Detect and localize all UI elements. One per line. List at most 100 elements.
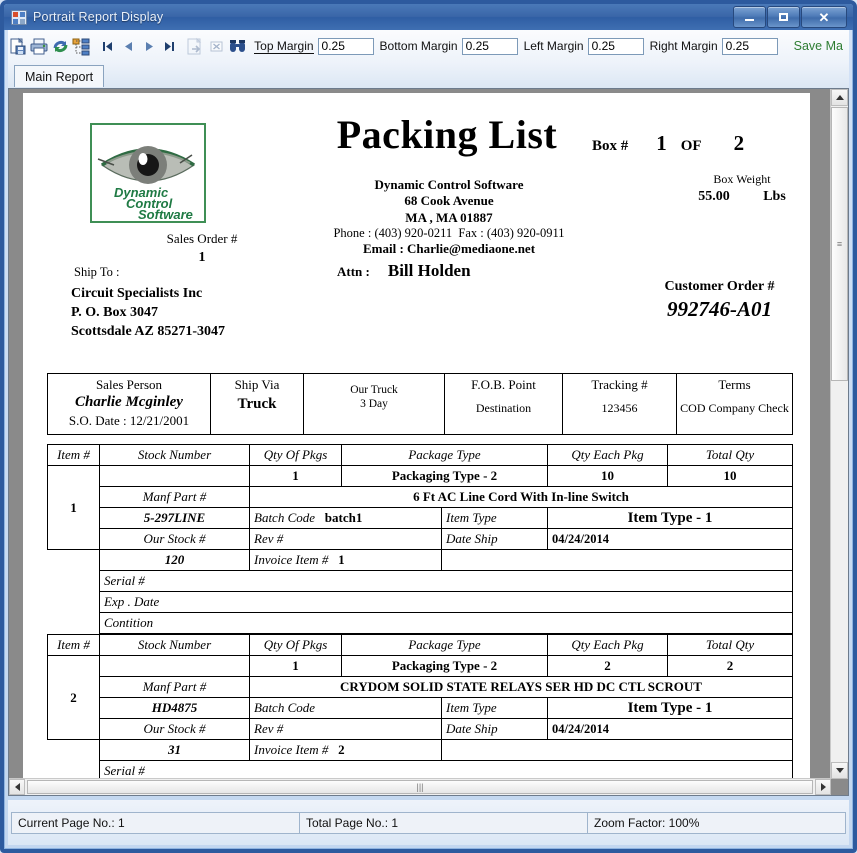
- box-weight-row: 55.00 Lbs: [662, 189, 822, 205]
- report-toolbar: Top Margin Bottom Margin Left Margin Rig…: [8, 30, 849, 63]
- horizontal-scroll-thumb[interactable]: |||: [27, 780, 813, 794]
- save-margins-button[interactable]: Save Ma: [788, 38, 849, 54]
- report-header: Dynamic Control Software Packing List Dy…: [47, 115, 786, 265]
- package-type-value: Packaging Type - 2: [341, 465, 548, 487]
- scroll-left-button[interactable]: [9, 779, 25, 795]
- minimize-button[interactable]: [733, 6, 766, 28]
- table-row: Serial #: [48, 570, 793, 592]
- rev-label: Rev #: [254, 531, 284, 546]
- sales-order-block: Sales Order # 1: [127, 231, 277, 266]
- right-margin-input[interactable]: [721, 37, 778, 55]
- our-stock-label: Our Stock #: [99, 718, 250, 740]
- date-ship-value: 04/24/2014: [547, 528, 793, 550]
- sales-person-label: Sales Person: [95, 377, 163, 392]
- tracking-cell: Tracking # 123456: [562, 373, 677, 435]
- company-email-line: Email : Charlie@mediaone.net: [269, 241, 629, 257]
- horizontal-scrollbar[interactable]: |||: [9, 778, 831, 795]
- refresh-icon[interactable]: [50, 34, 71, 59]
- serial-cell: Serial #: [99, 570, 793, 592]
- maximize-button[interactable]: [767, 6, 800, 28]
- left-margin-label: Left Margin: [523, 39, 584, 53]
- grip-icon: ≡: [836, 238, 843, 249]
- batch-code-cell: Batch Code: [249, 697, 442, 719]
- rev-cell: Rev #: [249, 718, 442, 740]
- box-weight-value: 55.00: [698, 189, 730, 204]
- package-type-value: Packaging Type - 2: [341, 655, 548, 677]
- item-table-2: Item # Stock Number Qty Of Pkgs Package …: [47, 634, 793, 795]
- table-row: Exp . Date: [48, 591, 793, 613]
- qty-each-pkg-value: 10: [547, 465, 668, 487]
- ship-to-line3: Scottsdale AZ 85271-3047: [71, 323, 225, 339]
- service-value: 3 Day: [360, 398, 388, 410]
- table-row: 31 Invoice Item # 2: [48, 739, 793, 761]
- table-row: Our Stock # Rev # Date Ship 04/24/2014: [48, 528, 793, 550]
- go-to-first-page-icon[interactable]: [97, 34, 118, 59]
- sales-person-value: Charlie Mcginley: [75, 394, 183, 410]
- spacer-cell: [48, 592, 100, 613]
- left-margin-input[interactable]: [587, 37, 644, 55]
- fob-label: F.O.B. Point: [471, 377, 536, 392]
- box-of-label: OF: [680, 138, 702, 154]
- tab-main-report[interactable]: Main Report: [14, 65, 105, 87]
- print-report-icon[interactable]: [29, 34, 50, 59]
- serial-label: Serial #: [104, 763, 145, 778]
- sales-person-cell: Sales Person Charlie Mcginley S.O. Date …: [47, 373, 211, 435]
- tracking-label: Tracking #: [591, 377, 648, 392]
- customer-order-label: Customer Order #: [664, 279, 775, 294]
- go-to-next-page-icon[interactable]: [139, 34, 160, 59]
- total-page-status: Total Page No.: 1: [300, 813, 588, 833]
- header-stock-number: Stock Number: [99, 444, 250, 466]
- header-qty-of-pkgs: Qty Of Pkgs: [249, 634, 342, 656]
- ship-to-line2: P. O. Box 3047: [71, 304, 158, 320]
- header-qty-of-pkgs: Qty Of Pkgs: [249, 444, 342, 466]
- batch-code-value: batch1: [324, 510, 363, 525]
- company-citystate: MA , MA 01887: [405, 209, 493, 225]
- table-row: Manf Part # 6 Ft AC Line Cord With In-li…: [48, 486, 793, 508]
- terms-value: COD Company Check: [680, 401, 789, 415]
- ship-to-line1: Circuit Specialists Inc: [71, 286, 203, 301]
- scroll-right-button[interactable]: [815, 779, 831, 795]
- top-margin-input[interactable]: [317, 37, 374, 55]
- toggle-group-tree-icon[interactable]: [71, 34, 92, 59]
- attn-label: Attn :: [337, 264, 370, 279]
- contition-cell: Contition: [99, 612, 793, 634]
- scroll-down-button[interactable]: [831, 762, 848, 779]
- empty-cell: [441, 739, 793, 761]
- svg-text:Software: Software: [138, 207, 193, 221]
- our-stock-value: 31: [99, 739, 250, 761]
- bottom-margin-input[interactable]: [461, 37, 518, 55]
- scroll-up-button[interactable]: [831, 89, 848, 106]
- company-phone-line: Phone : (403) 920-0211 Fax : (403) 920-0…: [269, 226, 629, 242]
- terms-label: Terms: [718, 377, 751, 392]
- chevron-down-icon: [835, 768, 844, 773]
- invoice-item-label: Invoice Item #: [254, 742, 329, 757]
- search-icon[interactable]: [227, 34, 248, 59]
- company-street: 68 Cook Avenue: [404, 193, 494, 209]
- sales-order-value: 1: [198, 250, 206, 265]
- go-to-last-page-icon[interactable]: [159, 34, 180, 59]
- report-viewer: Dynamic Control Software Packing List Dy…: [8, 88, 849, 796]
- vertical-scrollbar[interactable]: ≡: [830, 89, 848, 779]
- close-button[interactable]: ✕: [801, 6, 847, 28]
- header-stock-number: Stock Number: [99, 634, 250, 656]
- customer-order-value: 992746-A01: [667, 297, 772, 321]
- serial-label: Serial #: [104, 573, 145, 588]
- ship-via-value: Truck: [237, 396, 277, 412]
- box-weight-label: Box Weight: [713, 172, 771, 186]
- vertical-scroll-thumb[interactable]: ≡: [831, 107, 848, 381]
- phone-value: (403) 920-0211: [374, 225, 453, 240]
- attn-block: Attn : Bill Holden: [337, 261, 471, 281]
- customer-order-block: Customer Order # 992746-A01: [617, 279, 822, 322]
- fax-label: Fax :: [458, 225, 484, 240]
- item-description: 6 Ft AC Line Cord With In-line Switch: [249, 486, 793, 508]
- tab-main-report-label: Main Report: [25, 69, 94, 84]
- box-number-block: Box # 1 OF 2: [592, 131, 822, 156]
- go-to-previous-page-icon[interactable]: [118, 34, 139, 59]
- header-total-qty: Total Qty: [667, 444, 793, 466]
- manf-part-label: Manf Part #: [99, 486, 250, 508]
- contition-label: Contition: [104, 615, 154, 630]
- box-weight-unit: Lbs: [763, 189, 786, 204]
- box-label: Box #: [592, 138, 629, 154]
- date-ship-label: Date Ship: [441, 528, 548, 550]
- export-report-icon[interactable]: [8, 34, 29, 59]
